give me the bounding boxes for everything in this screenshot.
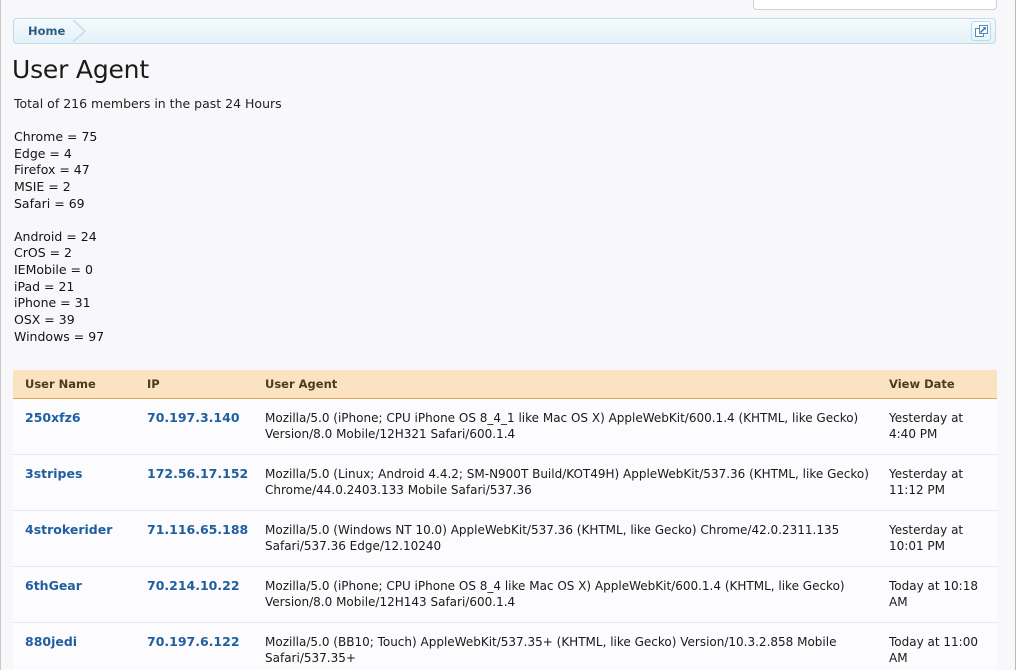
browser-stat-line-2: Firefox = 47 bbox=[14, 162, 90, 178]
table-header-row: User Name IP User Agent View Date bbox=[13, 370, 997, 399]
cell-view-date: Yesterday at 10:01 PM bbox=[877, 510, 997, 567]
page-left-border bbox=[0, 0, 1, 670]
breadcrumb-item-home[interactable]: Home bbox=[14, 19, 77, 43]
page-root: Home User Agent Total of 216 members in … bbox=[0, 0, 1016, 670]
browser-stat-line-1: Edge = 4 bbox=[14, 145, 72, 161]
user-name-link[interactable]: 3stripes bbox=[25, 466, 82, 481]
cell-ip: 70.197.6.122 bbox=[135, 622, 253, 670]
cell-view-date: Today at 11:00 AM bbox=[877, 622, 997, 670]
cell-ip: 172.56.17.152 bbox=[135, 454, 253, 511]
cell-user-agent: Mozilla/5.0 (iPhone; CPU iPhone OS 8_4_1… bbox=[253, 398, 877, 455]
ip-link[interactable]: 70.197.3.140 bbox=[147, 410, 240, 425]
ip-link[interactable]: 71.116.65.188 bbox=[147, 522, 248, 537]
page-title: User Agent bbox=[12, 55, 149, 84]
platform-stat-line-6: Windows = 97 bbox=[14, 328, 105, 344]
user-name-link[interactable]: 880jedi bbox=[25, 634, 77, 649]
page-subtitle: Total of 216 members in the past 24 Hour… bbox=[14, 96, 282, 111]
platform-stat-line-3: iPad = 21 bbox=[14, 278, 75, 294]
column-header-user-agent[interactable]: User Agent bbox=[253, 370, 877, 399]
column-header-view-date[interactable]: View Date bbox=[877, 370, 997, 399]
table-row: 250xfz6 70.197.3.140 Mozilla/5.0 (iPhone; … bbox=[13, 398, 997, 455]
user-name-link[interactable]: 6thGear bbox=[25, 578, 82, 593]
platform-stat-line-5: OSX = 39 bbox=[14, 312, 75, 328]
column-header-user-name[interactable]: User Name bbox=[13, 370, 135, 399]
cell-user-name: 880jedi bbox=[13, 622, 135, 670]
browser-stat-line-3: MSIE = 2 bbox=[14, 179, 71, 195]
cell-view-date: Yesterday at 11:12 PM bbox=[877, 454, 997, 511]
table-row: 4strokerider 71.116.65.188 Mozilla/5.0 (Wi… bbox=[13, 510, 997, 567]
user-agent-table: User Name IP User Agent View Date 250xfz… bbox=[13, 370, 997, 670]
search-input[interactable] bbox=[753, 0, 997, 10]
user-name-link[interactable]: 4strokerider bbox=[25, 522, 112, 537]
ip-link[interactable]: 172.56.17.152 bbox=[147, 466, 248, 481]
stats-summary: Chrome = 75 Edge = 4 Firefox = 47 MSIE = 2S… bbox=[14, 129, 104, 345]
cell-user-agent: Mozilla/5.0 (BB10; Touch) AppleWebKit/53… bbox=[253, 622, 877, 670]
search-box[interactable] bbox=[753, 0, 997, 10]
platform-stat-line-0: Android = 24 bbox=[14, 228, 97, 244]
cell-user-name: 3stripes bbox=[13, 454, 135, 511]
table-row: 6thGear 70.214.10.22 Mozilla/5.0 (iPhone; … bbox=[13, 566, 997, 623]
cell-ip: 70.214.10.22 bbox=[135, 566, 253, 623]
column-header-ip[interactable]: IP bbox=[135, 370, 253, 399]
browser-stat-line-4: Safari = 69 bbox=[14, 195, 85, 211]
platform-stats-group: Android = 24 CrOS = 2 IEMobile = 0 iPad = 2… bbox=[14, 229, 104, 346]
cell-view-date: Today at 10:18 AM bbox=[877, 566, 997, 623]
cell-user-agent: Mozilla/5.0 (iPhone; CPU iPhone OS 8_4 l… bbox=[253, 566, 877, 623]
platform-stat-line-2: IEMobile = 0 bbox=[14, 261, 93, 277]
cell-user-name: 6thGear bbox=[13, 566, 135, 623]
user-name-link[interactable]: 250xfz6 bbox=[25, 410, 81, 425]
platform-stat-line-4: iPhone = 31 bbox=[14, 295, 91, 311]
breadcrumb: Home bbox=[13, 18, 996, 44]
stats-spacer bbox=[14, 213, 104, 229]
open-in-new-window-button[interactable] bbox=[971, 21, 991, 41]
browser-stats-group: Chrome = 75 Edge = 4 Firefox = 47 MSIE = 2S… bbox=[14, 129, 104, 213]
cell-user-name: 4strokerider bbox=[13, 510, 135, 567]
platform-stat-line-1: CrOS = 2 bbox=[14, 245, 73, 261]
ip-link[interactable]: 70.214.10.22 bbox=[147, 578, 240, 593]
open-in-new-window-icon bbox=[974, 24, 988, 38]
table-body: 250xfz6 70.197.3.140 Mozilla/5.0 (iPhone; … bbox=[13, 398, 997, 670]
cell-ip: 70.197.3.140 bbox=[135, 398, 253, 455]
breadcrumb-chevron-icon bbox=[71, 20, 93, 42]
cell-user-agent: Mozilla/5.0 (Windows NT 10.0) AppleWebKi… bbox=[253, 510, 877, 567]
cell-user-agent: Mozilla/5.0 (Linux; Android 4.4.2; SM-N9… bbox=[253, 454, 877, 511]
cell-view-date: Yesterday at 4:40 PM bbox=[877, 398, 997, 455]
table-row: 880jedi 70.197.6.122 Mozilla/5.0 (BB10; To… bbox=[13, 622, 997, 670]
cell-user-name: 250xfz6 bbox=[13, 398, 135, 455]
cell-ip: 71.116.65.188 bbox=[135, 510, 253, 567]
table-row: 3stripes 172.56.17.152 Mozilla/5.0 (Linux;… bbox=[13, 454, 997, 511]
browser-stat-line-0: Chrome = 75 bbox=[14, 129, 98, 144]
ip-link[interactable]: 70.197.6.122 bbox=[147, 634, 240, 649]
